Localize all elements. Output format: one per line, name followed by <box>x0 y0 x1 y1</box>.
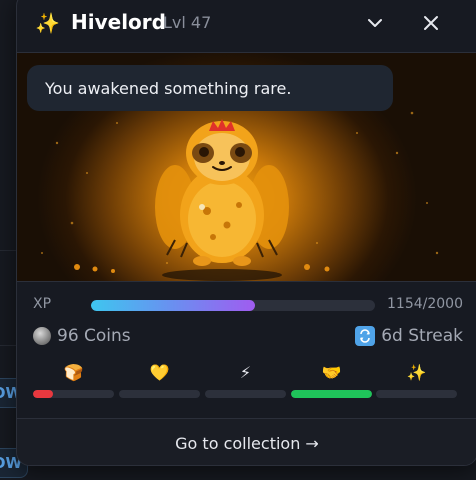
streak-text: 6d Streak <box>381 326 463 346</box>
meter-track <box>119 390 200 398</box>
meter-track <box>376 390 457 398</box>
xp-label: XP <box>33 296 52 312</box>
coins-text: 96 Coins <box>57 326 131 346</box>
meter-magic: ✨ <box>376 363 457 403</box>
meter-love: 💛 <box>119 363 200 403</box>
meter-track <box>291 390 372 398</box>
coins-stat: 96 Coins <box>33 326 131 346</box>
coin-icon <box>33 327 51 345</box>
xp-value: 1154/2000 <box>387 296 463 312</box>
sparkle-icon: ✨ <box>35 11 60 35</box>
pet-stats: 96 Coins 6d Streak <box>33 326 463 350</box>
close-button[interactable] <box>417 9 445 37</box>
pet-shadow <box>162 269 282 281</box>
lightning-icon: ⚡ <box>239 363 252 382</box>
chevron-down-icon <box>368 19 382 27</box>
sparkle-icon: ✨ <box>406 363 427 382</box>
meter-fill <box>33 390 54 398</box>
pet-card: ✨ Hivelord Lvl 47 You awakened something… <box>16 0 476 466</box>
card-header: ✨ Hivelord Lvl 47 <box>17 1 476 45</box>
pet-hero: You awakened something rare. <box>17 52 476 282</box>
go-to-collection-button[interactable]: Go to collection → <box>17 418 476 465</box>
meter-fill <box>291 390 372 398</box>
handshake-icon: 🤝 <box>321 363 342 382</box>
meter-social: 🤝 <box>291 363 372 403</box>
need-meters: 🍞 💛 ⚡ 🤝 ✨ <box>33 363 457 403</box>
streak-stat: 6d Streak <box>355 326 463 346</box>
streak-icon <box>355 326 376 346</box>
bread-icon: 🍞 <box>63 363 84 382</box>
pet-name: Hivelord <box>71 10 166 34</box>
go-to-collection-label: Go to collection → <box>175 434 319 453</box>
close-icon <box>424 16 438 30</box>
collapse-button[interactable] <box>361 9 389 37</box>
xp-bar-track <box>91 300 375 311</box>
xp-progress: XP 1154/2000 <box>33 295 463 315</box>
meter-track <box>205 390 286 398</box>
meter-track <box>33 390 114 398</box>
xp-bar-fill <box>91 300 255 311</box>
meter-energy: ⚡ <box>205 363 286 403</box>
meter-hunger: 🍞 <box>33 363 114 403</box>
heart-icon: 💛 <box>149 363 170 382</box>
pet-level: Lvl 47 <box>163 13 212 32</box>
